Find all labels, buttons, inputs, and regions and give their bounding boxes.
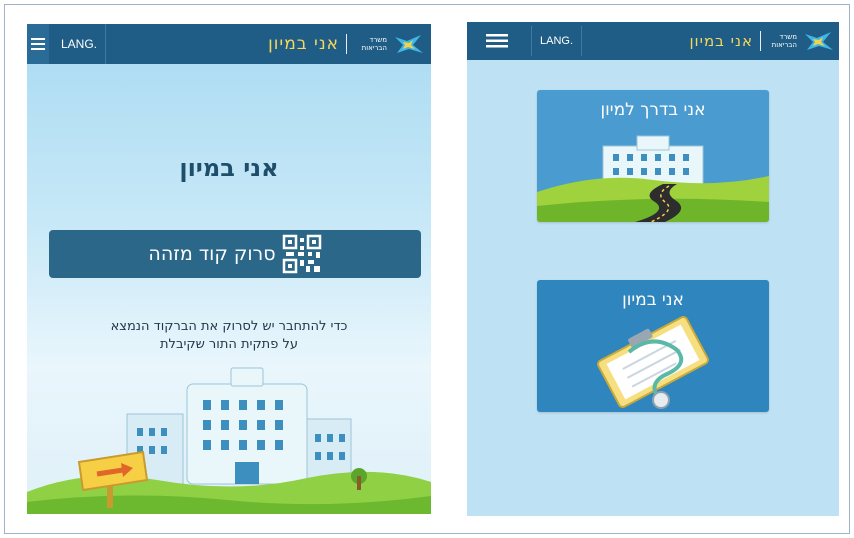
language-button[interactable]: LANG. xyxy=(53,24,107,64)
app-title: אני במיון xyxy=(268,34,339,54)
app-header: LANG. אני במיון משרד הבריאות xyxy=(467,22,839,60)
hospital-road-icon xyxy=(537,135,769,222)
header-divider xyxy=(346,34,347,54)
hamburger-icon xyxy=(486,34,508,48)
star-logo-icon xyxy=(395,35,423,53)
scan-code-label: סרוק קוד מזהה xyxy=(148,243,276,265)
header-divider xyxy=(760,31,761,51)
left-screen: LANG. אני במיון משרד הבריאות אני במיון ס… xyxy=(27,24,431,514)
app-header: LANG. אני במיון משרד הבריאות xyxy=(27,24,431,64)
ministry-logo-text: משרד הבריאות xyxy=(771,33,797,49)
ministry-logo: משרד הבריאות xyxy=(362,24,425,64)
menu-button[interactable] xyxy=(467,22,527,60)
page-title: אני במיון xyxy=(179,154,279,182)
on-my-way-label: אני בדרך למיון xyxy=(600,100,706,120)
ministry-logo: משרד הבריאות xyxy=(772,22,835,60)
language-button[interactable]: LANG. xyxy=(531,26,583,56)
scan-instructions: כדי להתחבר יש לסרוק את הברקוד הנמצא על פ… xyxy=(110,319,348,352)
in-er-label: אני במיון xyxy=(622,290,684,310)
hospital-illustration xyxy=(27,367,431,514)
menu-button[interactable] xyxy=(27,24,49,64)
clipboard-stethoscope-icon xyxy=(597,315,709,409)
app-title: אני במיון xyxy=(689,32,753,50)
hamburger-icon xyxy=(31,38,45,50)
qr-code-icon xyxy=(281,234,322,274)
star-logo-icon xyxy=(805,32,833,50)
on-my-way-card[interactable]: אני בדרך למיון xyxy=(537,90,769,222)
right-screen: LANG. אני במיון משרד הבריאות אני בדרך למ… xyxy=(467,22,839,516)
in-er-card[interactable]: אני במיון xyxy=(537,280,769,412)
scan-code-button[interactable]: סרוק קוד מזהה xyxy=(49,230,421,278)
ministry-logo-text: משרד הבריאות xyxy=(361,36,387,52)
